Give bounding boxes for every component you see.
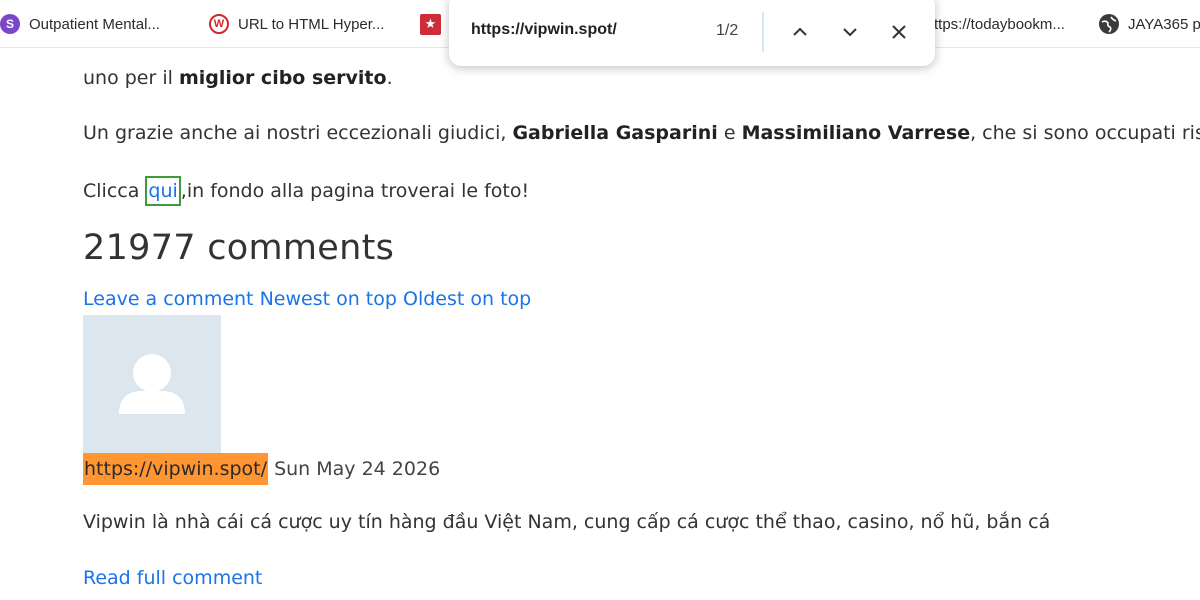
close-icon xyxy=(892,25,906,39)
article-content: uno per il miglior cibo servito. Un graz… xyxy=(83,48,1200,600)
find-input[interactable] xyxy=(471,18,691,42)
paragraph-text: Un grazie anche ai nostri eccezionali gi… xyxy=(83,122,513,144)
paragraph-text: Clicca xyxy=(83,180,146,202)
s-letter-icon: S xyxy=(0,14,20,34)
comment-controls: Leave a comment Newest on top Oldest on … xyxy=(83,288,531,310)
previous-match-button[interactable] xyxy=(784,16,816,48)
bookmark-star[interactable]: ★ xyxy=(420,12,450,36)
close-find-button[interactable] xyxy=(883,16,915,48)
star-icon: ★ xyxy=(420,13,441,35)
comments-heading: 21977 comments xyxy=(83,228,395,268)
next-match-button[interactable] xyxy=(834,16,866,48)
globe-icon xyxy=(1099,14,1119,34)
user-placeholder-icon xyxy=(119,354,185,414)
bookmark-outpatient[interactable]: S Outpatient Mental... xyxy=(0,12,160,36)
qui-link[interactable]: qui xyxy=(145,176,181,206)
oldest-on-top-link[interactable]: Oldest on top xyxy=(403,288,531,310)
find-bar: 1/2 xyxy=(449,0,935,66)
chevron-up-icon xyxy=(793,27,807,36)
chevron-down-icon xyxy=(843,28,857,37)
find-divider xyxy=(762,12,764,52)
paragraph-text: uno per il xyxy=(83,67,179,89)
find-match-count: 1/2 xyxy=(716,22,739,39)
bookmark-label: URL to HTML Hyper... xyxy=(238,15,385,33)
bold-text: miglior cibo servito xyxy=(178,67,387,89)
judge-name: Massimiliano Varrese xyxy=(741,122,971,144)
bookmark-url-to-html[interactable]: W URL to HTML Hyper... xyxy=(209,12,384,36)
bookmark-label: Outpatient Mental... xyxy=(29,15,160,33)
bookmark-todaybook[interactable]: ttps://todaybookm... xyxy=(934,12,1065,36)
paragraph-judges: Un grazie anche ai nostri eccezionali gi… xyxy=(83,122,1200,144)
comment-author[interactable]: https://vipwin.spot/ xyxy=(83,453,269,485)
w-logo-icon: W xyxy=(209,14,229,34)
paragraph-photos: Clicca qui ,in fondo alla pagina troverai… xyxy=(83,176,529,206)
paragraph-text: . xyxy=(386,67,393,89)
read-full-comment-link[interactable]: Read full comment xyxy=(83,567,262,589)
newest-on-top-link[interactable]: Newest on top xyxy=(260,288,397,310)
bookmark-jaya365[interactable]: JAYA365 p xyxy=(1099,12,1200,36)
comment-body: Vipwin là nhà cái cá cược uy tín hàng đầ… xyxy=(83,511,1051,533)
judge-name: Gabriella Gasparini xyxy=(512,122,718,144)
avatar xyxy=(83,315,221,453)
bookmark-label: JAYA365 p xyxy=(1128,15,1200,33)
paragraph-text: , che si sono occupati rispettivame xyxy=(970,122,1200,144)
comment-meta: https://vipwin.spot/ Sun May 24 2026 xyxy=(83,453,440,485)
bookmark-label: ttps://todaybookm... xyxy=(934,15,1065,33)
leave-comment-link[interactable]: Leave a comment xyxy=(83,288,254,310)
comment-date: Sun May 24 2026 xyxy=(274,458,441,480)
paragraph-text: e xyxy=(717,122,742,144)
paragraph-text: ,in fondo alla pagina troverai le foto! xyxy=(180,180,530,202)
paragraph-winners: uno per il miglior cibo servito. xyxy=(83,67,393,89)
